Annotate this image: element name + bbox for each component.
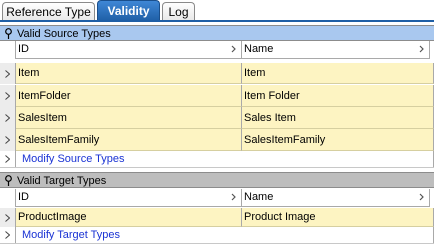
cell-name[interactable]: Product Image — [242, 208, 434, 227]
row-selector[interactable] — [0, 107, 16, 129]
column-header-name[interactable]: Name — [242, 41, 430, 59]
row-selector-header — [0, 41, 16, 59]
tab-reference-type[interactable]: Reference Type — [2, 2, 95, 20]
cell-id-text: ItemFolder — [18, 89, 71, 102]
table-row[interactable]: SalesItemFamily SalesItemFamily — [0, 129, 434, 151]
target-column-header-row: ID Name — [0, 189, 434, 207]
chevron-right-icon — [419, 45, 424, 53]
modify-source-types-link[interactable]: Modify Source Types — [22, 152, 125, 166]
tab-reference-type-label: Reference Type — [6, 5, 91, 19]
table-row[interactable]: SalesItem Sales Item — [0, 107, 434, 129]
source-column-header-row: ID Name — [0, 41, 434, 59]
cell-id-text: SalesItemFamily — [18, 133, 100, 146]
cell-name[interactable]: Sales Item — [242, 107, 434, 129]
table-row[interactable]: ItemFolder Item Folder — [0, 85, 434, 107]
cell-name-text: Product Image — [244, 211, 316, 223]
cell-name-text: Sales Item — [244, 111, 296, 124]
row-selector[interactable] — [0, 129, 16, 151]
source-action-row: Modify Source Types — [0, 151, 434, 168]
cell-name-text: Item Folder — [244, 89, 300, 102]
tab-log[interactable]: Log — [162, 2, 195, 20]
tab-strip-baseline — [0, 20, 434, 22]
cell-id[interactable]: ItemFolder — [16, 85, 242, 107]
cell-name-text: Item — [244, 67, 266, 79]
target-types-title: Valid Target Types — [17, 175, 107, 187]
column-header-id-label: ID — [18, 43, 29, 55]
cell-id[interactable]: SalesItem — [16, 107, 242, 129]
cell-name[interactable]: Item Folder — [242, 85, 434, 107]
column-header-name-label: Name — [244, 191, 274, 203]
modify-target-types-link[interactable]: Modify Target Types — [22, 228, 120, 242]
triangle-right-icon — [5, 213, 10, 222]
triangle-right-icon — [5, 231, 10, 239]
target-action-row: Modify Target Types — [0, 227, 434, 244]
table-row[interactable]: Item Item — [0, 63, 434, 84]
row-selector-header — [0, 189, 16, 207]
cell-name-text: SalesItemFamily — [244, 133, 326, 146]
tab-validity-label: Validity — [107, 4, 150, 18]
cell-id[interactable]: Item — [16, 63, 242, 84]
source-types-group-header[interactable]: Valid Source Types — [0, 25, 434, 41]
tab-validity[interactable]: Validity — [97, 0, 160, 21]
row-selector — [0, 227, 16, 243]
column-header-name-label: Name — [244, 43, 274, 55]
triangle-right-icon — [5, 155, 10, 163]
cell-id[interactable]: ProductImage — [16, 208, 242, 227]
cell-id[interactable]: SalesItemFamily — [16, 129, 242, 151]
tab-log-label: Log — [168, 5, 189, 19]
row-selector[interactable] — [0, 63, 16, 84]
pushpin-icon[interactable] — [3, 175, 14, 186]
triangle-right-icon — [5, 69, 10, 78]
row-selector — [0, 151, 16, 167]
cell-id-text: SalesItem — [18, 111, 67, 124]
source-types-title: Valid Source Types — [17, 28, 111, 40]
chevron-right-icon — [231, 45, 236, 53]
target-types-group-header[interactable]: Valid Target Types — [0, 172, 434, 188]
column-header-id[interactable]: ID — [16, 41, 242, 59]
column-header-id-label: ID — [18, 191, 29, 203]
triangle-right-icon — [5, 136, 10, 144]
cell-name[interactable]: SalesItemFamily — [242, 129, 434, 151]
chevron-right-icon — [419, 193, 424, 201]
cell-id-text: Item — [18, 67, 40, 79]
row-selector[interactable] — [0, 85, 16, 107]
cell-id-text: ProductImage — [18, 211, 87, 223]
column-header-name[interactable]: Name — [242, 189, 430, 207]
triangle-right-icon — [5, 114, 10, 122]
chevron-right-icon — [231, 193, 236, 201]
column-header-id[interactable]: ID — [16, 189, 242, 207]
pushpin-icon[interactable] — [3, 28, 14, 39]
cell-name[interactable]: Item — [242, 63, 434, 84]
triangle-right-icon — [5, 92, 10, 100]
tab-strip: Reference Type Validity Log — [0, 0, 434, 22]
table-row[interactable]: ProductImage Product Image — [0, 208, 434, 227]
row-selector[interactable] — [0, 208, 16, 227]
